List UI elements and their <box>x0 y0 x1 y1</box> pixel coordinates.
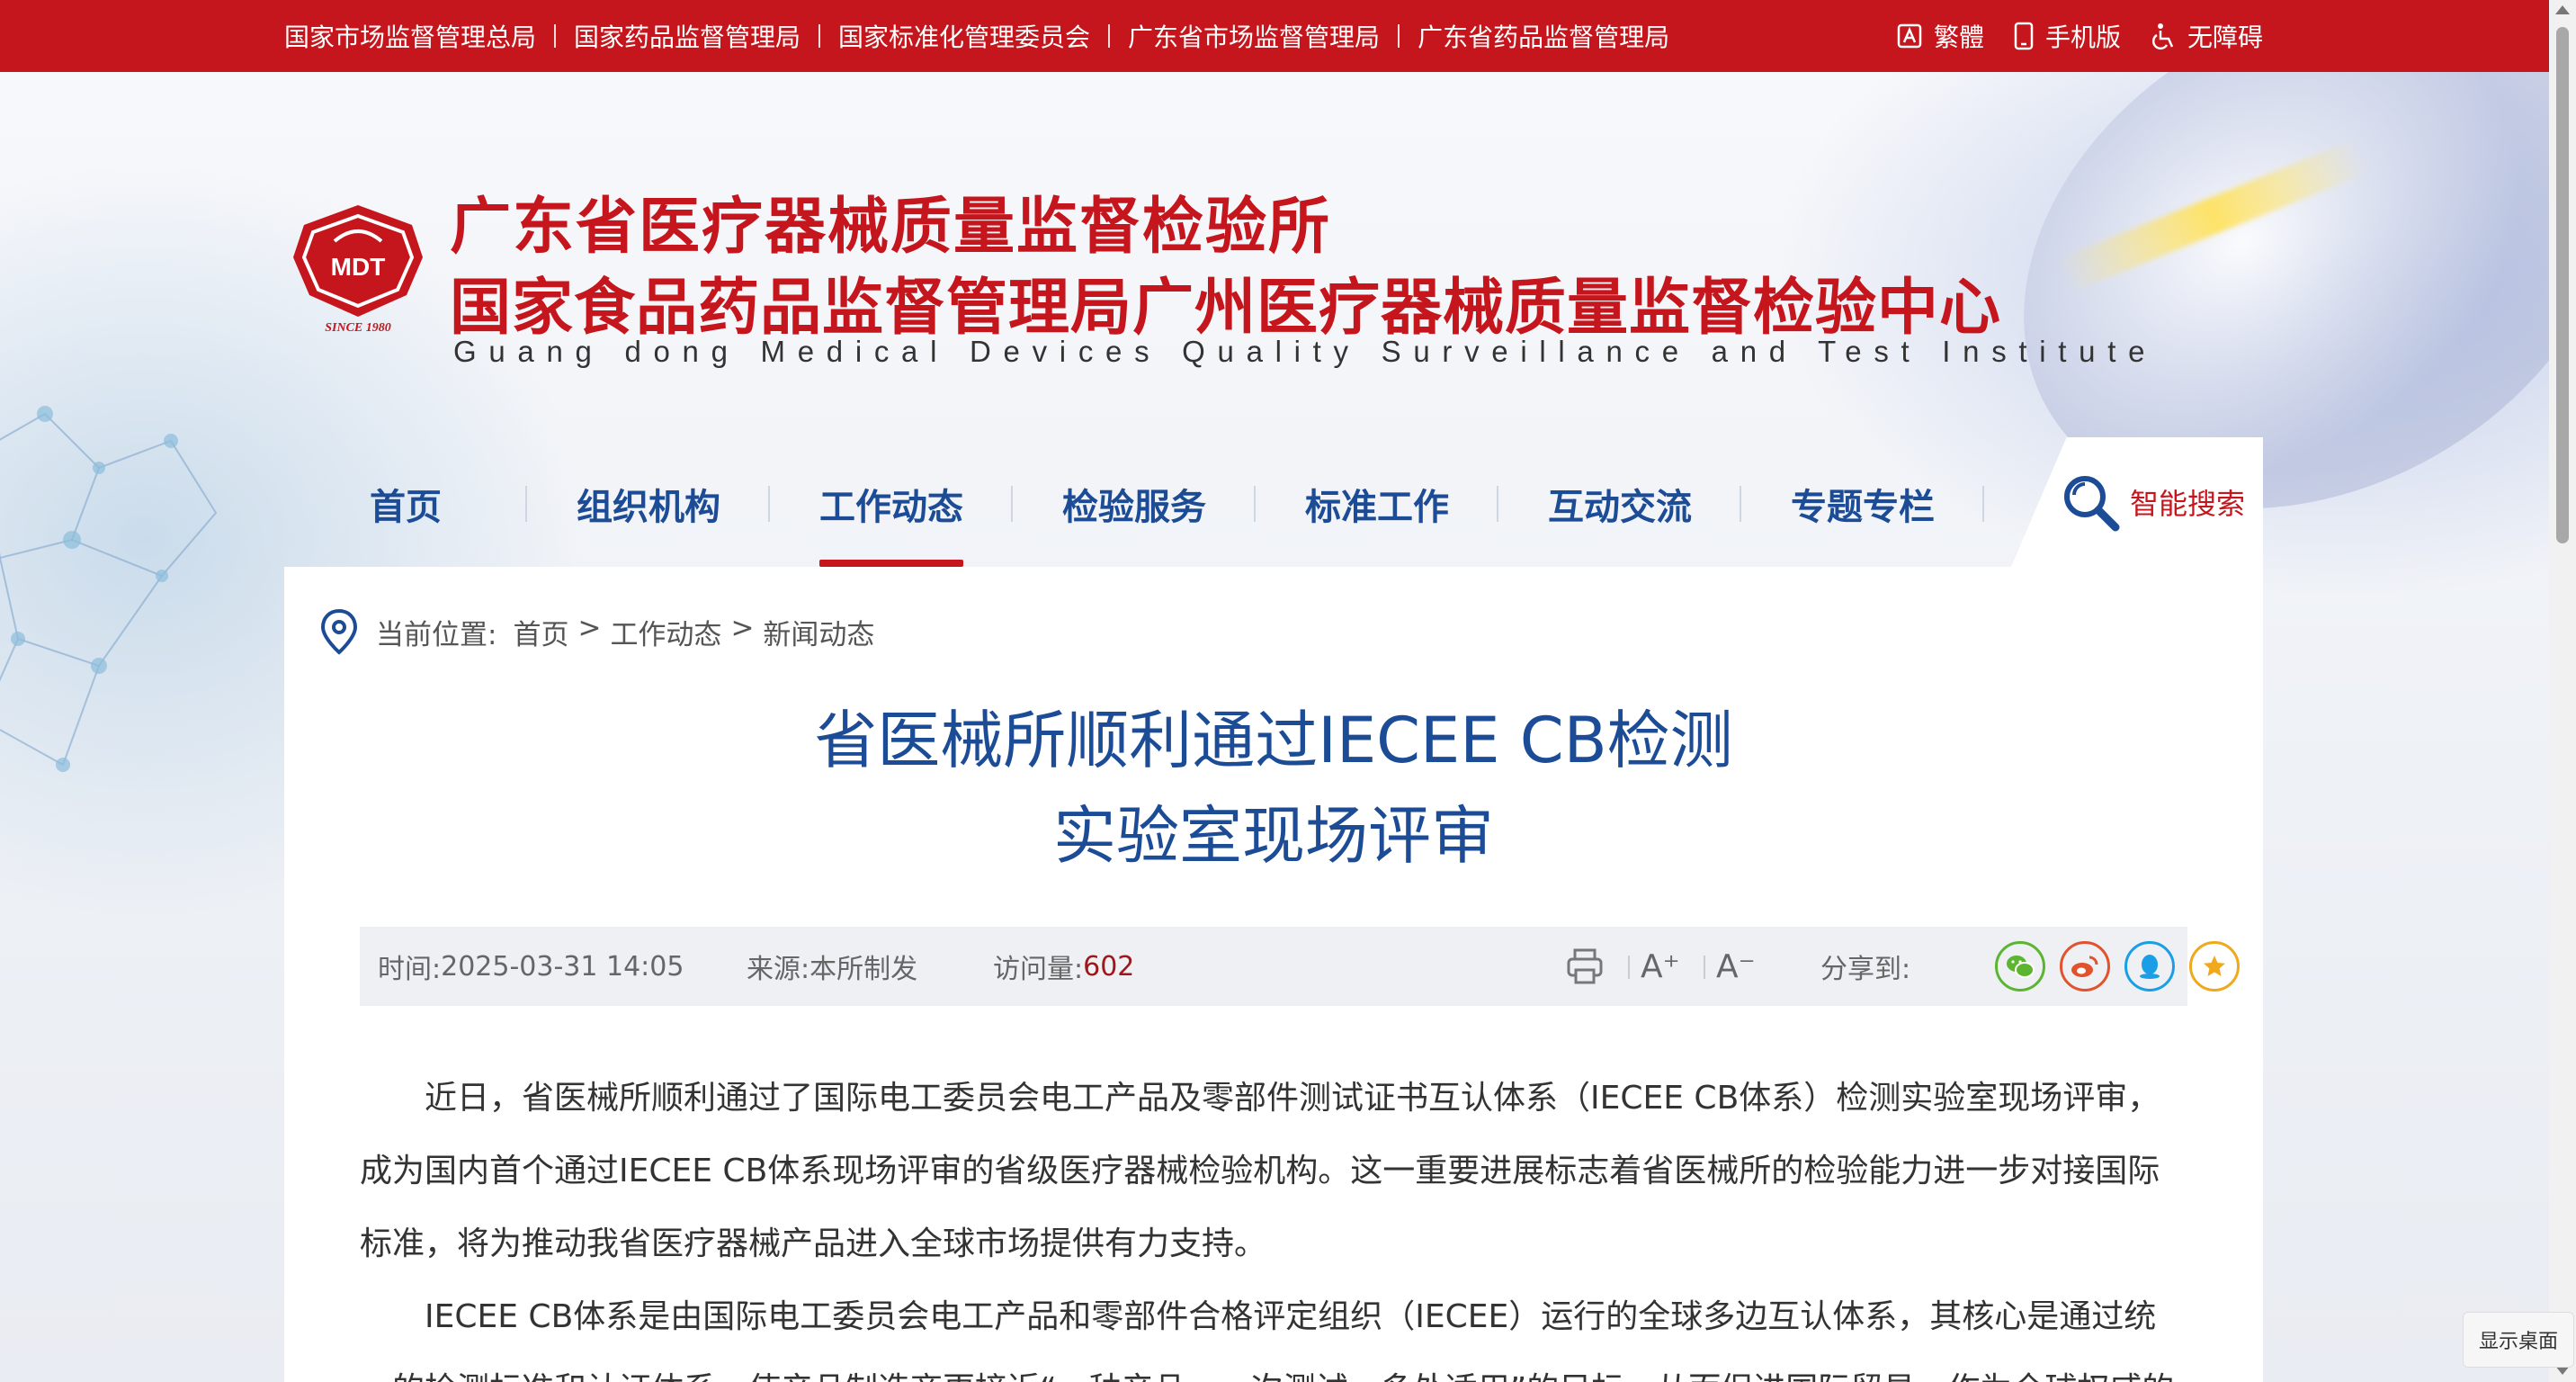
divider <box>1108 24 1111 48</box>
scroll-up-arrow-icon[interactable] <box>2555 5 2570 14</box>
vertical-scrollbar[interactable] <box>2549 0 2576 1382</box>
scrollbar-thumb[interactable] <box>2556 27 2569 543</box>
share-wechat-button[interactable] <box>1995 941 2045 992</box>
article-source-value: 本所制发 <box>809 954 918 985</box>
visit-count-label: 访问量: <box>993 954 1084 985</box>
divider <box>818 24 821 48</box>
article-meta-bar: 时间: 2025-03-31 14:05 来源: 本所制发 访问量: 602 A… <box>360 927 2240 1006</box>
publish-time-label: 时间: <box>378 954 442 985</box>
link-samr[interactable]: 国家市场监督管理总局 <box>284 18 536 54</box>
article-source-label: 来源: <box>747 954 810 985</box>
nav-divider <box>1982 486 1984 522</box>
logo-text: MDT <box>331 253 386 281</box>
share-favorite-button[interactable] <box>2189 941 2240 992</box>
mobile-version-label: 手机版 <box>2045 22 2122 52</box>
meta-divider <box>1704 956 1705 979</box>
font-increase-label: A⁺ <box>1641 947 1680 985</box>
nav-inspection-services-label: 检验服务 <box>1062 487 1206 528</box>
link-sac[interactable]: 国家标准化管理委员会 <box>838 18 1090 54</box>
nav-organization[interactable]: 组织机构 <box>527 441 770 567</box>
topbar-links: 国家市场监督管理总局 国家药品监督管理局 国家标准化管理委员会 广东省市场监督管… <box>284 0 1669 72</box>
visit-count-value: 602 <box>1083 950 1135 983</box>
breadcrumb-news[interactable]: 新闻动态 <box>763 612 874 652</box>
qq-icon <box>2140 955 2160 979</box>
divider <box>1398 24 1400 48</box>
visit-count: 访问量: 602 <box>993 927 1134 1006</box>
article-title-line1: 省医械所顺利通过IECEE CB检测 <box>814 704 1733 777</box>
wechat-icon <box>2007 956 2035 978</box>
share-weibo-button[interactable] <box>2060 941 2110 992</box>
breadcrumb-path: 首页 > 工作动态 > 新闻动态 <box>513 612 874 652</box>
link-nmpa[interactable]: 国家药品监督管理局 <box>574 18 801 54</box>
accessibility-button[interactable]: 无障碍 <box>2150 18 2263 54</box>
search-icon <box>2063 476 2120 532</box>
nav-home[interactable]: 首页 <box>284 441 527 567</box>
location-pin-icon <box>320 608 358 655</box>
topbar-tools: 繁體 手机版 无障碍 <box>1896 0 2263 72</box>
article-title-line2: 实验室现场评审 <box>1053 799 1494 873</box>
breadcrumb-home[interactable]: 首页 <box>513 612 568 652</box>
nav-special-topics-label: 专题专栏 <box>1791 487 1935 528</box>
traditional-chinese-label: 繁體 <box>1934 22 1985 52</box>
nav-standards[interactable]: 标准工作 <box>1256 441 1498 567</box>
site-title-primary: 广东省医疗器械质量监督检验所 <box>450 191 1332 263</box>
nav-work-news[interactable]: 工作动态 <box>770 441 1013 567</box>
nav-interaction-label: 互动交流 <box>1548 487 1692 528</box>
font-decrease-button[interactable]: A⁻ <box>1716 927 1756 1006</box>
publish-time: 时间: 2025-03-31 14:05 <box>378 927 684 1006</box>
share-label: 分享到: <box>1820 927 1910 1006</box>
show-desktop-button[interactable]: 显示桌面 <box>2463 1312 2574 1368</box>
site-title-secondary: 国家食品药品监督管理局广州医疗器械质量监督检验中心 <box>450 272 2002 344</box>
article-paragraph: IECEE CB体系是由国际电工委员会电工产品和零部件合格评定组织（IECEE）… <box>360 1298 2174 1382</box>
nav-work-news-label: 工作动态 <box>819 487 963 528</box>
content-panel: 当前位置: 首页 > 工作动态 > 新闻动态 省医械所顺利通过IECEE CB检… <box>284 567 2263 1382</box>
accessibility-icon <box>2151 23 2174 50</box>
nav-standards-label: 标准工作 <box>1305 487 1449 528</box>
font-decrease-label: A⁻ <box>1716 947 1756 985</box>
nav-interaction[interactable]: 互动交流 <box>1498 441 1741 567</box>
font-increase-button[interactable]: A⁺ <box>1641 927 1680 1006</box>
weibo-icon <box>2071 956 2098 977</box>
article-source: 来源: 本所制发 <box>747 927 917 1006</box>
nav-inspection-services[interactable]: 检验服务 <box>1013 441 1256 567</box>
nav-organization-label: 组织机构 <box>577 487 720 528</box>
share-label-text: 分享到: <box>1820 954 1911 985</box>
breadcrumb-separator: > <box>730 611 755 644</box>
breadcrumb-separator: > <box>577 611 602 644</box>
nav-special-topics[interactable]: 专题专栏 <box>1741 441 1984 567</box>
smart-search-label: 智能搜索 <box>2129 487 2245 521</box>
publish-time-value: 2025-03-31 14:05 <box>441 950 684 983</box>
divider <box>554 24 557 48</box>
traditional-chinese-button[interactable]: 繁體 <box>1896 18 1984 54</box>
link-gd-mpa[interactable]: 广东省药品监督管理局 <box>1418 18 1669 54</box>
breadcrumb: 当前位置: 首页 > 工作动态 > 新闻动态 <box>318 608 874 655</box>
accessibility-label: 无障碍 <box>2187 22 2264 52</box>
main-nav: 首页 组织机构 工作动态 检验服务 标准工作 互动交流 专题专栏 <box>284 441 2035 567</box>
article-body: 近日，省医械所顺利通过了国际电工委员会电工产品及零部件测试证书互认体系（IECE… <box>360 1062 2187 1382</box>
breadcrumb-label: 当前位置: <box>376 618 497 651</box>
article-paragraph: 近日，省医械所顺利通过了国际电工委员会电工产品及零部件测试证书互认体系（IECE… <box>360 1080 2160 1262</box>
share-qq-button[interactable] <box>2124 941 2175 992</box>
nav-home-label: 首页 <box>370 487 442 528</box>
print-icon[interactable] <box>1565 947 1605 986</box>
article-title: 省医械所顺利通过IECEE CB检测 实验室现场评审 <box>284 693 2263 884</box>
top-bar: 国家市场监督管理总局 国家药品监督管理局 国家标准化管理委员会 广东省市场监督管… <box>0 0 2549 72</box>
mobile-phone-icon <box>2014 22 2034 50</box>
site-title-english: Guang dong Medical Devices Quality Surve… <box>453 335 2158 368</box>
link-gd-amr[interactable]: 广东省市场监督管理局 <box>1128 18 1380 54</box>
star-icon <box>2204 956 2225 976</box>
institute-logo: MDT SINCE 1980 <box>293 205 423 335</box>
mobile-version-button[interactable]: 手机版 <box>2013 18 2121 54</box>
meta-divider <box>1628 956 1630 979</box>
logo-since: SINCE 1980 <box>325 321 391 335</box>
breadcrumb-work-news[interactable]: 工作动态 <box>610 612 721 652</box>
traditional-chinese-icon <box>1897 23 1922 49</box>
